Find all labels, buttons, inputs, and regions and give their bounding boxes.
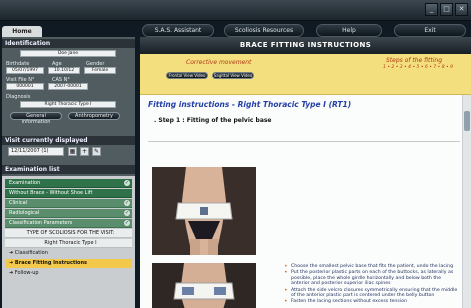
checkmark-icon: ✓ (124, 200, 130, 206)
age-field: 10.10/12 (48, 67, 80, 74)
add-icon[interactable]: + (80, 147, 89, 156)
diagnosis-field: Right Thoracic Type I (20, 101, 116, 108)
pelvic-base-photo-front (152, 167, 256, 255)
page-title: BRACE FITTING INSTRUCTIONS (140, 37, 471, 54)
exit-button[interactable]: Exit (394, 24, 466, 37)
instruction-item: Attach the side velcro closures symmetri… (284, 288, 460, 299)
close-button[interactable]: ✕ (455, 3, 468, 16)
exam-tree-item[interactable]: Examination ✓ (5, 179, 132, 188)
help-button[interactable]: Help (316, 24, 382, 37)
checkmark-icon: ✓ (124, 180, 130, 186)
anthropometry-button[interactable]: Anthropometry (68, 112, 120, 120)
fitting-instructions-title: Fitting instructions - Right Thoracic Ty… (148, 100, 352, 109)
exam-tree-item-label: Without Brace - Without Shoe Lift (9, 190, 93, 196)
identification-heading: Identification (2, 39, 135, 48)
examination-tree: Examination ✓ Without Brace - Without Shoe… (2, 176, 135, 308)
title-bar: _ □ ✕ (0, 0, 471, 21)
app-name (8, 6, 64, 14)
exam-tree-item-label: ➜ Classification (9, 250, 48, 256)
examination-heading: Examination list (2, 165, 135, 174)
sas-assistant-button[interactable]: S.A.S. Assistant (142, 24, 214, 37)
name-field: Doe Jane (20, 50, 116, 57)
exam-tree-item[interactable]: Right Thoracic Type I (5, 239, 132, 248)
gender-field: Female (84, 67, 116, 74)
steps-label: Steps of the fitting (386, 57, 442, 64)
birthdate-field: 05/07/1997 (6, 67, 44, 74)
main-panel: BRACE FITTING INSTRUCTIONS Corrective mo… (140, 37, 471, 308)
fitting-toolbar: Corrective movement Frontal View Video S… (140, 54, 471, 95)
sagittal-view-video-button[interactable]: Sagittal View Video (212, 72, 254, 79)
frontal-view-video-button[interactable]: Frontal View Video (166, 72, 208, 79)
instruction-item: Fasten the lacing sections without exces… (284, 299, 460, 305)
exam-tree-item[interactable]: Clinical ✓ (5, 199, 132, 208)
cas-field: 2007-00001 (48, 83, 88, 90)
exam-tree-item-label: TYPE OF SCOLIOSIS FOR THE VISIT: (26, 230, 115, 236)
exam-tree-item[interactable]: Classification Parameters ✓ (5, 219, 132, 228)
checkmark-icon: ✓ (124, 210, 130, 216)
divider (148, 141, 460, 142)
pelvic-base-photo-back (152, 263, 256, 308)
calendar-icon[interactable]: ▦ (68, 147, 77, 156)
edit-icon[interactable]: ✎ (92, 147, 101, 156)
exam-tree-item[interactable]: ➜ Brace Fitting Instructions (5, 259, 132, 268)
instruction-list: Choose the smallest pelvic base that fit… (284, 264, 460, 305)
exam-tree-item-label: Radiological (9, 210, 40, 216)
tab-home[interactable]: Home (2, 26, 42, 37)
exam-tree-item-label: Classification Parameters (9, 220, 73, 226)
instruction-item: Choose the smallest pelvic base that fit… (284, 264, 460, 270)
exam-tree-item[interactable]: ➜ Follow-up (5, 269, 132, 278)
left-panel: Identification Doe Jane Birthdate Age Ge… (2, 37, 135, 308)
exam-tree-item[interactable]: Radiological ✓ (5, 209, 132, 218)
exam-tree-item-label: ➜ Brace Fitting Instructions (9, 260, 88, 266)
visit-file-field: 000001 (6, 83, 44, 90)
exam-tree-item[interactable]: ➜ Classification (5, 249, 132, 258)
visit-heading: Visit currently displayed (2, 136, 135, 145)
minimize-button[interactable]: _ (425, 3, 438, 16)
vertical-scrollbar[interactable] (462, 95, 471, 308)
window-controls: _ □ ✕ (425, 3, 468, 16)
exam-tree-item-label: Right Thoracic Type I (44, 240, 97, 246)
maximize-button[interactable]: □ (440, 3, 453, 16)
exam-tree-item[interactable]: Without Brace - Without Shoe Lift (5, 189, 132, 198)
top-menu: S.A.S. Assistant Scoliosis Resources Hel… (140, 24, 470, 37)
exam-tree-item-label: Clinical (9, 200, 28, 206)
instruction-item: Put the posterior plastic parts on each … (284, 270, 460, 287)
exam-tree-item[interactable]: TYPE OF SCOLIOSIS FOR THE VISIT: (5, 229, 132, 238)
scroll-thumb[interactable] (464, 111, 470, 131)
general-information-button[interactable]: General information (10, 112, 62, 125)
corrective-movement-label: Corrective movement (186, 59, 252, 66)
exam-tree-item-label: ➜ Follow-up (9, 270, 39, 276)
visit-date-select[interactable]: 12/11/2007 (1) (8, 147, 64, 156)
step-text: . Step 1 : Fitting of the pelvic base (154, 117, 272, 124)
diagnosis-label: Diagnosis (6, 94, 31, 100)
checkmark-icon: ✓ (124, 220, 130, 226)
scoliosis-resources-button[interactable]: Scoliosis Resources (224, 24, 304, 37)
exam-tree-item-label: Examination (9, 180, 41, 186)
step-selector[interactable]: 1 • 2 • 3 • 4 • 5 • 6 • 7 • 8 • 9 (375, 65, 461, 70)
